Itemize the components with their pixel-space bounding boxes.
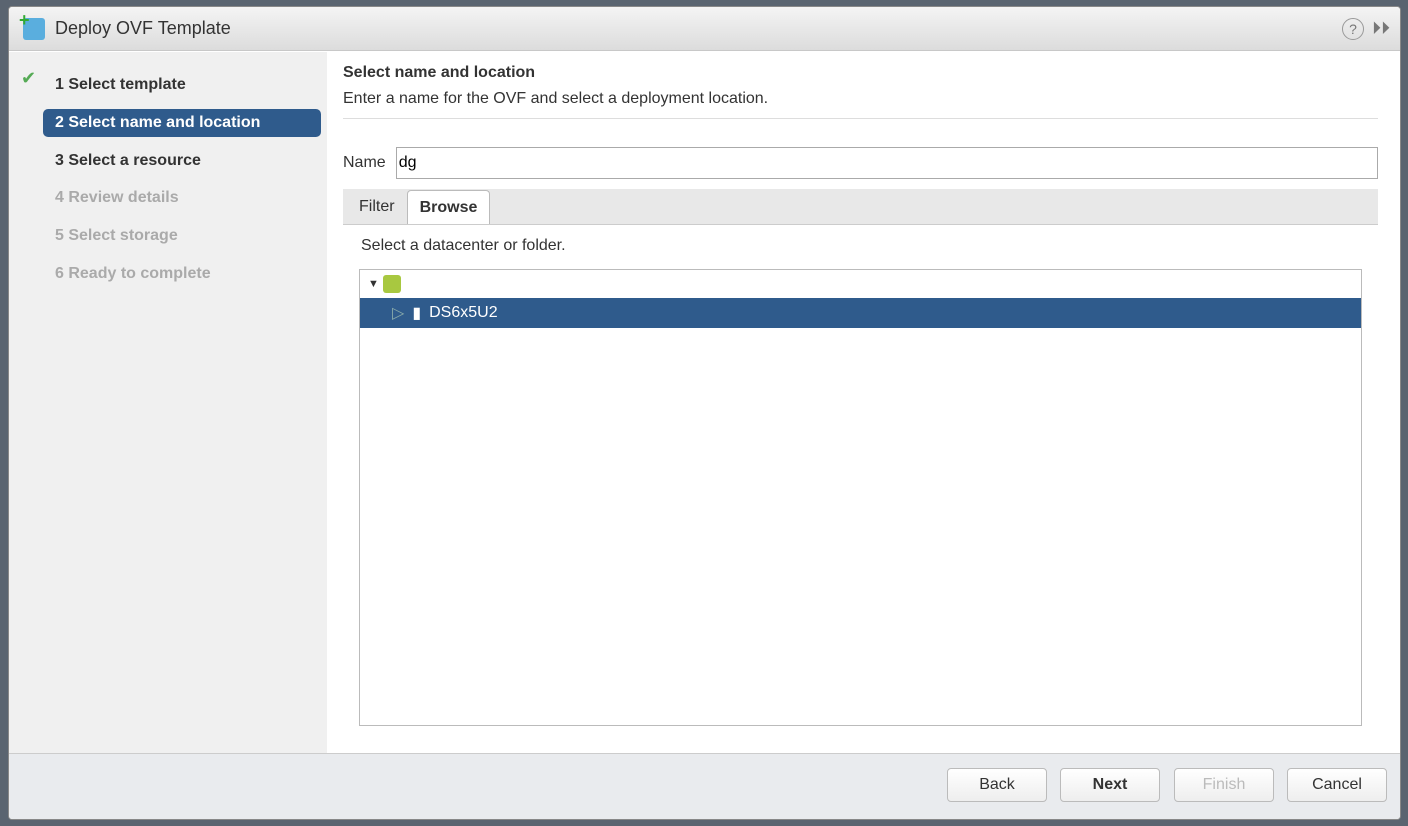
page-subtitle: Enter a name for the OVF and select a de… — [343, 90, 1378, 119]
expand-down-icon[interactable]: ▼ — [368, 278, 379, 290]
tree-root[interactable]: ▼ — [360, 270, 1361, 298]
finish-button: Finish — [1174, 768, 1274, 802]
ovf-template-icon — [19, 10, 45, 40]
help-icon[interactable]: ? — [1342, 17, 1364, 40]
tab-filter[interactable]: Filter — [347, 190, 407, 224]
check-icon: ✔ — [21, 68, 37, 88]
wizard-steps: ✔ 1 Select template 2 Select name and lo… — [9, 52, 327, 753]
step-2[interactable]: 2 Select name and location — [43, 109, 321, 137]
step-6: 6 Ready to complete — [55, 265, 211, 282]
step-5: 5 Select storage — [55, 227, 178, 244]
datacenter-icon: ▮ — [412, 305, 422, 322]
step-3[interactable]: 3 Select a resource — [43, 147, 321, 175]
expand-right-icon[interactable]: ▷ — [392, 303, 404, 323]
location-tree: ▼ ▷ ▮ DS6x5U2 — [359, 269, 1362, 726]
dialog-title: Deploy OVF Template — [55, 18, 231, 38]
title-bar: Deploy OVF Template ? ⏵⏵ — [9, 7, 1400, 51]
tree-row-datacenter[interactable]: ▷ ▮ DS6x5U2 — [360, 298, 1361, 328]
main-panel: Select name and location Enter a name fo… — [327, 52, 1400, 753]
cancel-button[interactable]: Cancel — [1287, 768, 1387, 802]
vcenter-icon — [382, 275, 401, 293]
name-input[interactable] — [395, 147, 1378, 179]
back-button[interactable]: Back — [947, 768, 1047, 802]
page-title: Select name and location — [343, 64, 536, 81]
datacenter-label: DS6x5U2 — [429, 304, 498, 321]
step-4: 4 Review details — [55, 189, 179, 206]
next-button[interactable]: Next — [1060, 768, 1160, 802]
footer: Back Next Finish Cancel — [9, 753, 1400, 819]
name-label: Name — [343, 154, 386, 171]
collapse-icon[interactable]: ⏵⏵ — [1372, 18, 1390, 40]
tab-browse[interactable]: Browse — [406, 190, 491, 224]
browse-hint: Select a datacenter or folder. — [361, 237, 566, 254]
deploy-ovf-dialog: Deploy OVF Template ? ⏵⏵ ✔ 1 Select templ… — [8, 6, 1401, 820]
step-1[interactable]: 1 Select template — [43, 71, 321, 99]
